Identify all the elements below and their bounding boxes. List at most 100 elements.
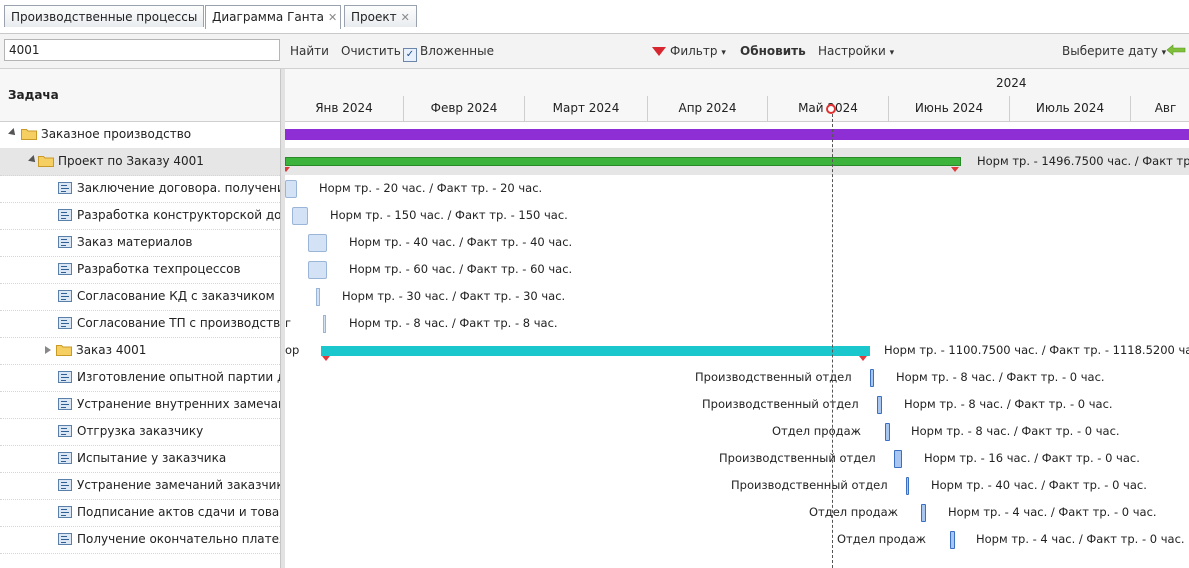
folder-row[interactable]: Проект по Заказу 4001 <box>0 148 280 176</box>
month-header: Февр 2024 <box>404 96 525 121</box>
month-header: Июнь 2024 <box>889 96 1010 121</box>
folder-icon <box>56 345 72 356</box>
filter-button[interactable]: Фильтр ▾ <box>652 44 726 58</box>
task-bar[interactable] <box>894 449 902 468</box>
workload-label: Норм тр. - 16 час. / Факт тр. - 0 час. <box>924 451 1140 465</box>
timeline-year: 2024 <box>996 76 1027 90</box>
month-header: Март 2024 <box>525 96 648 121</box>
settings-label: Настройки <box>818 44 886 58</box>
task-label: Изготовление опытной партии де <box>77 370 280 384</box>
tab-project[interactable]: Проект ✕ <box>344 5 417 27</box>
task-label: Заключение договора. получение <box>77 181 280 195</box>
task-row[interactable]: Устранение замечаний заказчика <box>0 472 280 500</box>
workload-label: Норм тр. - 8 час. / Факт тр. - 0 час. <box>904 397 1113 411</box>
task-row[interactable]: Заказ материалов <box>0 229 280 257</box>
task-row[interactable]: Устранение внутренних замечани <box>0 391 280 419</box>
task-bar[interactable] <box>292 206 308 225</box>
timeline-year-row: 2024 <box>285 69 1189 97</box>
month-header: Апр 2024 <box>648 96 768 121</box>
checkbox-checked-icon[interactable]: ✓ <box>403 48 417 62</box>
timeline-month-row: Янв 2024 Февр 2024 Март 2024 Апр 2024 Май 20… <box>285 96 1189 122</box>
task-label: Проект по Заказу 4001 <box>58 154 204 168</box>
clear-button[interactable]: Очистить <box>341 44 401 58</box>
tab-production-processes[interactable]: Производственные процессы <box>4 5 204 27</box>
department-label: Производственный отдел <box>702 397 859 411</box>
task-label: Разработка конструкторской доку <box>77 208 280 222</box>
collapse-arrow-icon[interactable] <box>45 346 51 354</box>
task-grid: Задача Заказное производство Проект по За… <box>0 69 281 568</box>
milestone-marker <box>859 356 867 361</box>
task-icon <box>58 425 72 437</box>
task-label: Заказное производство <box>41 127 192 141</box>
task-label: Разработка техпроцессов <box>77 262 241 276</box>
task-row[interactable]: Разработка техпроцессов <box>0 256 280 284</box>
tab-label: Диаграмма Ганта <box>212 10 324 24</box>
workload-label: Норм тр. - 4 час. / Факт тр. - 0 час. <box>948 505 1157 519</box>
workload-label: Норм тр. - 8 час. / Факт тр. - 0 час. <box>911 424 1120 438</box>
task-row[interactable]: Разработка конструкторской доку <box>0 202 280 230</box>
task-column-header[interactable]: Задача <box>0 69 280 122</box>
task-label: Заказ 4001 <box>76 343 147 357</box>
today-marker-icon[interactable] <box>826 104 836 114</box>
search-input[interactable]: 4001 <box>4 39 280 61</box>
task-row[interactable]: Заключение договора. получение <box>0 175 280 203</box>
project-bar[interactable] <box>285 157 961 166</box>
expand-arrow-icon[interactable] <box>8 128 18 138</box>
folder-icon <box>21 129 37 140</box>
arrow-left-icon[interactable] <box>1166 43 1186 57</box>
expand-arrow-icon[interactable] <box>28 155 38 165</box>
task-bar[interactable] <box>950 530 955 549</box>
task-icon <box>58 533 72 545</box>
select-date-button[interactable]: Выберите дату ▾ <box>1062 44 1166 58</box>
task-icon <box>58 479 72 491</box>
task-row[interactable]: Подписание актов сдачи и товарн <box>0 499 280 527</box>
task-label: Испытание у заказчика <box>77 451 227 465</box>
workload-label: Норм тр. - 8 час. / Факт тр. - 0 час. <box>896 370 1105 384</box>
filter-icon <box>652 47 666 56</box>
milestone-marker <box>322 356 330 361</box>
task-row[interactable]: Получение окончательно платежа <box>0 526 280 554</box>
filter-label: Фильтр <box>670 44 718 58</box>
gantt-row: Норм тр. - 20 час. / Факт тр. - 20 час. <box>285 175 1189 202</box>
nested-checkbox[interactable]: ✓ Вложенные <box>403 44 494 62</box>
folder-row[interactable]: Заказ 4001 <box>0 337 280 365</box>
task-bar[interactable] <box>921 503 926 522</box>
gantt-row: Производственный отдел Норм тр. - 8 час. … <box>285 364 1189 391</box>
gantt-row: Норм тр. - 60 час. / Факт тр. - 60 час. <box>285 256 1189 283</box>
settings-button[interactable]: Настройки ▾ <box>818 44 894 58</box>
task-row[interactable]: Отгрузка заказчику <box>0 418 280 446</box>
close-icon[interactable]: ✕ <box>401 11 410 24</box>
tab-label: Проект <box>351 10 397 24</box>
find-button[interactable]: Найти <box>290 44 329 58</box>
task-bar[interactable] <box>323 314 326 333</box>
today-line <box>832 104 833 568</box>
task-bar[interactable] <box>316 287 320 306</box>
task-label: Заказ материалов <box>77 235 193 249</box>
gantt-row: Отдел продаж Норм тр. - 4 час. / Факт тр.… <box>285 526 1189 553</box>
task-bar[interactable] <box>308 233 327 252</box>
task-bar[interactable] <box>870 368 874 387</box>
task-bar[interactable] <box>308 260 327 279</box>
task-bar[interactable] <box>285 179 297 198</box>
task-row[interactable]: Согласование КД с заказчиком <box>0 283 280 311</box>
folder-row[interactable]: Заказное производство <box>0 121 280 149</box>
select-date-label: Выберите дату <box>1062 44 1158 58</box>
refresh-button[interactable]: Обновить <box>740 44 806 58</box>
tab-gantt-chart[interactable]: Диаграмма Ганта ✕ <box>205 5 341 29</box>
task-icon <box>58 398 72 410</box>
task-row[interactable]: Согласование ТП с производство <box>0 310 280 338</box>
task-icon <box>58 506 72 518</box>
month-header: Авг <box>1131 96 1189 121</box>
summary-bar[interactable] <box>285 129 1189 140</box>
month-header: Янв 2024 <box>285 96 404 121</box>
task-bar[interactable] <box>877 395 882 414</box>
task-row[interactable]: Испытание у заказчика <box>0 445 280 473</box>
task-icon <box>58 182 72 194</box>
task-icon <box>58 371 72 383</box>
task-row[interactable]: Изготовление опытной партии де <box>0 364 280 392</box>
task-bar[interactable] <box>906 476 909 495</box>
task-bar[interactable] <box>885 422 890 441</box>
order-bar[interactable] <box>321 345 870 356</box>
chevron-down-icon: ▾ <box>889 48 895 58</box>
close-icon[interactable]: ✕ <box>328 11 337 24</box>
